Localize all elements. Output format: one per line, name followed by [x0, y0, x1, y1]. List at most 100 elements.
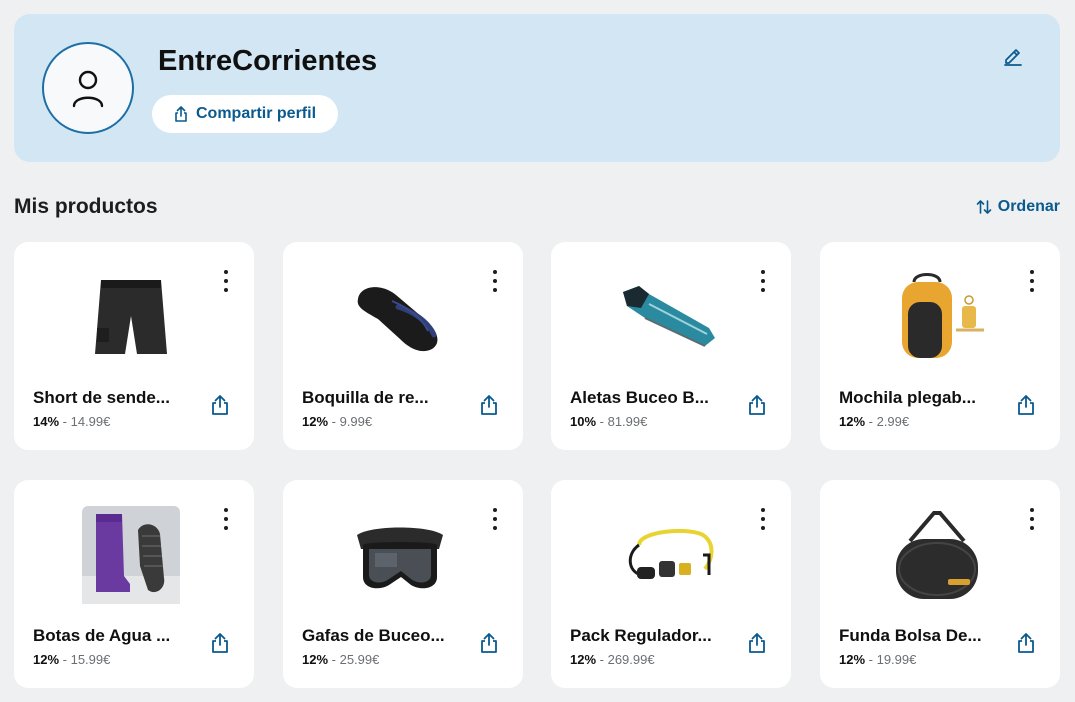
meta-separator: -	[865, 414, 877, 429]
profile-name: EntreCorrientes	[158, 45, 378, 77]
pencil-icon	[1004, 49, 1022, 66]
avatar[interactable]	[42, 42, 134, 134]
sort-button[interactable]: Ordenar	[976, 198, 1060, 216]
meta-separator: -	[865, 652, 877, 667]
meta-separator: -	[59, 652, 71, 667]
product-name: Aletas Buceo B...	[570, 388, 709, 407]
share-product-button[interactable]	[1016, 632, 1038, 656]
more-options-button[interactable]	[1022, 270, 1042, 292]
product-card[interactable]: Aletas Buceo B... 10% - 81.99€	[551, 242, 791, 450]
sort-label: Ordenar	[997, 198, 1060, 215]
more-options-button[interactable]	[216, 270, 236, 292]
sort-arrows-icon	[976, 200, 992, 214]
meta-separator: -	[328, 652, 340, 667]
product-name: Pack Regulador...	[570, 626, 712, 645]
meta-separator: -	[596, 414, 608, 429]
product-image	[619, 506, 717, 604]
more-options-button[interactable]	[753, 270, 773, 292]
mask-image	[357, 527, 443, 589]
more-options-button[interactable]	[485, 270, 505, 292]
product-discount: 12%	[839, 414, 866, 429]
product-card[interactable]: Short de sende... 14% - 14.99€	[14, 242, 254, 450]
product-name: Funda Bolsa De...	[839, 626, 982, 645]
share-icon	[212, 633, 228, 653]
product-meta: 14% - 14.99€	[33, 414, 110, 429]
duffel-bag-image	[896, 511, 978, 599]
product-card[interactable]: Boquilla de re... 12% - 9.99€	[283, 242, 523, 450]
product-price: 19.99€	[876, 652, 917, 667]
product-price: 2.99€	[876, 414, 910, 429]
regulator-image	[628, 528, 714, 579]
edit-profile-button[interactable]	[1002, 44, 1024, 66]
backpack-image	[902, 273, 984, 358]
fin-image	[623, 286, 715, 347]
product-price: 81.99€	[607, 414, 648, 429]
product-meta: 12% - 25.99€	[302, 652, 379, 667]
share-icon	[212, 395, 228, 415]
product-card[interactable]: Gafas de Buceo... 12% - 25.99€	[283, 480, 523, 688]
more-options-button[interactable]	[1022, 508, 1042, 530]
product-image	[351, 268, 449, 366]
share-product-button[interactable]	[210, 632, 232, 656]
more-options-button[interactable]	[216, 508, 236, 530]
product-image	[351, 506, 449, 604]
product-price: 14.99€	[70, 414, 111, 429]
share-product-button[interactable]	[747, 394, 769, 418]
more-options-button[interactable]	[753, 508, 773, 530]
product-name: Short de sende...	[33, 388, 170, 407]
meta-separator: -	[59, 414, 71, 429]
section-title: Mis productos	[14, 195, 158, 218]
product-card[interactable]: Funda Bolsa De... 12% - 19.99€	[820, 480, 1060, 688]
meta-separator: -	[596, 652, 608, 667]
product-image	[888, 506, 986, 604]
share-profile-label: Compartir perfil	[196, 105, 317, 122]
share-product-button[interactable]	[479, 632, 501, 656]
product-price: 9.99€	[339, 414, 373, 429]
profile-card: EntreCorrientes Compartir perfil	[14, 14, 1060, 162]
product-price: 15.99€	[70, 652, 111, 667]
product-image	[82, 506, 180, 604]
product-card[interactable]: Mochila plegab... 12% - 2.99€	[820, 242, 1060, 450]
product-meta: 12% - 19.99€	[839, 652, 916, 667]
product-meta: 12% - 9.99€	[302, 414, 372, 429]
shorts-image	[95, 280, 167, 354]
share-product-button[interactable]	[1016, 394, 1038, 418]
product-discount: 10%	[570, 414, 597, 429]
share-profile-button[interactable]: Compartir perfil	[152, 95, 339, 133]
product-card[interactable]: Pack Regulador... 12% - 269.99€	[551, 480, 791, 688]
product-name: Mochila plegab...	[839, 388, 976, 407]
more-options-button[interactable]	[485, 508, 505, 530]
product-discount: 12%	[33, 652, 60, 667]
product-meta: 12% - 15.99€	[33, 652, 110, 667]
product-meta: 12% - 269.99€	[570, 652, 655, 667]
product-name: Boquilla de re...	[302, 388, 429, 407]
product-discount: 12%	[839, 652, 866, 667]
share-product-button[interactable]	[210, 394, 232, 418]
product-meta: 12% - 2.99€	[839, 414, 909, 429]
product-discount: 12%	[302, 414, 329, 429]
product-name: Gafas de Buceo...	[302, 626, 445, 645]
meta-separator: -	[328, 414, 340, 429]
product-discount: 12%	[570, 652, 597, 667]
share-icon	[175, 106, 187, 122]
share-icon	[481, 395, 497, 415]
product-name: Botas de Agua ...	[33, 626, 171, 645]
product-card[interactable]: Botas de Agua ... 12% - 15.99€	[14, 480, 254, 688]
share-icon	[749, 395, 765, 415]
share-icon	[1018, 395, 1034, 415]
share-product-button[interactable]	[747, 632, 769, 656]
share-icon	[1018, 633, 1034, 653]
product-price: 269.99€	[607, 652, 655, 667]
share-icon	[481, 633, 497, 653]
share-product-button[interactable]	[479, 394, 501, 418]
share-icon	[749, 633, 765, 653]
mouthpiece-image	[357, 287, 438, 352]
product-image	[888, 268, 986, 366]
product-discount: 12%	[302, 652, 329, 667]
user-icon	[72, 70, 104, 108]
product-discount: 14%	[33, 414, 60, 429]
boots-image	[82, 514, 180, 604]
product-image	[619, 268, 717, 366]
product-price: 25.99€	[339, 652, 380, 667]
product-meta: 10% - 81.99€	[570, 414, 647, 429]
